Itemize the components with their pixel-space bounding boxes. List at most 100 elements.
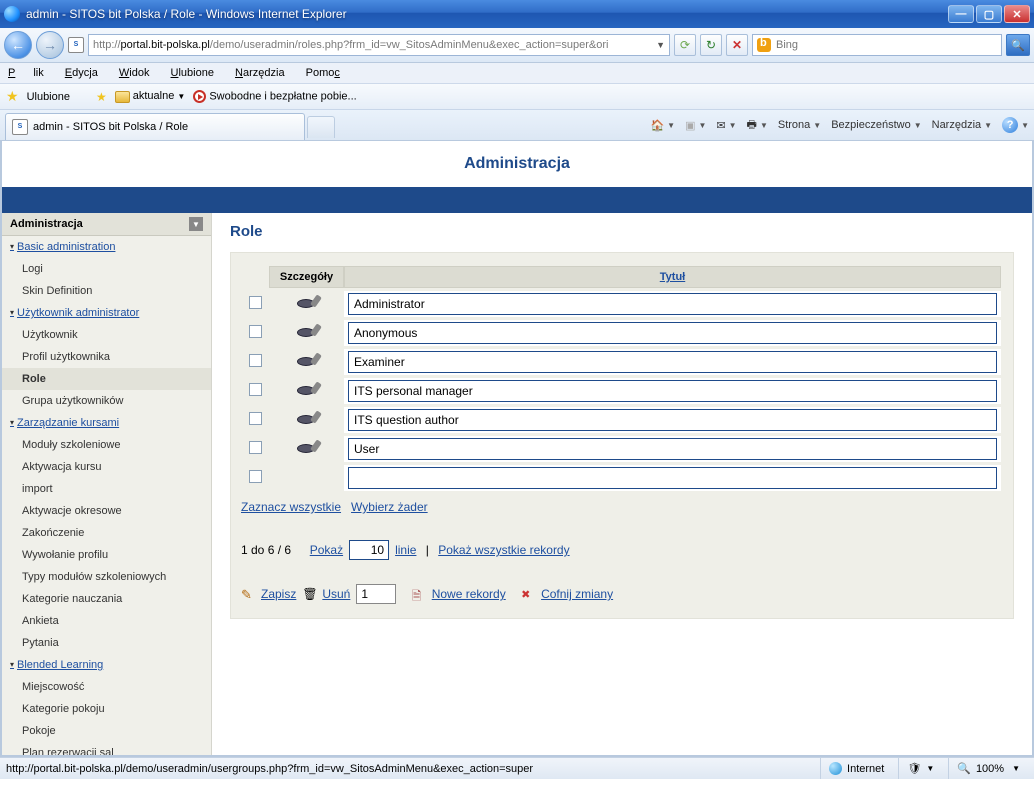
sidebar-item-rooms[interactable]: Pokoje	[2, 720, 211, 742]
doc-icon	[412, 587, 426, 601]
sidebar-item-activation[interactable]: Aktywacja kursu	[2, 456, 211, 478]
sidebar-item-roomplan[interactable]: Plan rezerwacji sal	[2, 742, 211, 755]
row-checkbox[interactable]	[249, 383, 262, 396]
tools-menu[interactable]: Narzędzia▼	[932, 119, 992, 131]
menu-edit[interactable]: Edycja	[65, 67, 98, 79]
print-button[interactable]: 🖶▼	[747, 116, 768, 135]
menu-bar: Plik Edycja Widok Ulubione Narzędzia Pom…	[0, 63, 1034, 84]
title-input[interactable]	[348, 293, 997, 315]
new-tab-button[interactable]	[307, 116, 335, 138]
status-zoom[interactable]: 🔍 100% ▼	[948, 758, 1028, 779]
pager-lines-input[interactable]	[349, 540, 389, 560]
add-fav-icon[interactable]: ★	[96, 90, 107, 104]
row-checkbox[interactable]	[249, 325, 262, 338]
sidebar-item-skin[interactable]: Skin Definition	[2, 280, 211, 302]
details-icon[interactable]	[295, 382, 319, 398]
sidebar-section-basic[interactable]: Basic administration	[2, 236, 211, 258]
sidebar-section-blended[interactable]: Blended Learning	[2, 654, 211, 676]
sidebar-collapse-icon[interactable]: ▼	[189, 217, 203, 231]
sidebar-item-role[interactable]: Role	[2, 368, 211, 390]
col-details: Szczegóły	[269, 266, 344, 288]
row-checkbox[interactable]	[249, 441, 262, 454]
details-icon[interactable]	[295, 324, 319, 340]
safety-menu[interactable]: Bezpieczeństwo▼	[831, 119, 921, 131]
search-button[interactable]: 🔍	[1006, 34, 1030, 56]
sidebar-item-questions[interactable]: Pytania	[2, 632, 211, 654]
minimize-button[interactable]: —	[948, 5, 974, 23]
details-icon[interactable]	[295, 440, 319, 456]
stop-button[interactable]: ✕	[726, 34, 748, 56]
sidebar-item-moduletypes[interactable]: Typy modułów szkoleniowych	[2, 566, 211, 588]
sidebar-item-location[interactable]: Miejscowość	[2, 676, 211, 698]
sidebar-item-user[interactable]: Użytkownik	[2, 324, 211, 346]
menu-file[interactable]: Plik	[8, 67, 44, 79]
select-none-link[interactable]: Wybierz żader	[351, 500, 428, 514]
save-link[interactable]: Zapisz	[261, 587, 296, 601]
row-checkbox[interactable]	[249, 354, 262, 367]
details-icon[interactable]	[295, 295, 319, 311]
menu-view[interactable]: Widok	[119, 67, 150, 79]
home-button[interactable]: 🏠▼	[650, 119, 675, 132]
delete-link[interactable]: Usuń	[322, 587, 350, 601]
favorites-label[interactable]: Ulubione	[27, 91, 70, 103]
sidebar-item-completion[interactable]: Zakończenie	[2, 522, 211, 544]
sidebar-item-survey[interactable]: Ankieta	[2, 610, 211, 632]
title-input[interactable]	[348, 438, 997, 460]
col-title[interactable]: Tytuł	[344, 266, 1001, 288]
maximize-button[interactable]: ▢	[976, 5, 1002, 23]
pager-lines-link[interactable]: linie	[395, 543, 416, 557]
sidebar-item-profilecall[interactable]: Wywołanie profilu	[2, 544, 211, 566]
back-button[interactable]: ←	[4, 31, 32, 59]
title-input[interactable]	[348, 467, 997, 489]
new-count-input[interactable]	[356, 584, 396, 604]
search-box[interactable]: Bing	[752, 34, 1002, 56]
undo-link[interactable]: Cofnij zmiany	[541, 587, 613, 601]
close-button[interactable]: ✕	[1004, 5, 1030, 23]
sidebar: Administracja ▼ Basic administration Log…	[2, 213, 212, 755]
sidebar-item-periodic[interactable]: Aktywacje okresowe	[2, 500, 211, 522]
globe-icon	[829, 762, 842, 775]
sidebar-item-teachcat[interactable]: Kategorie nauczania	[2, 588, 211, 610]
pager-show-link[interactable]: Pokaż	[310, 543, 343, 557]
pager-all-link[interactable]: Pokaż wszystkie rekordy	[438, 543, 569, 557]
row-checkbox[interactable]	[249, 470, 262, 483]
address-dropdown-icon[interactable]: ▼	[656, 40, 665, 50]
compat-view-button[interactable]: ⟳	[674, 34, 696, 56]
title-input[interactable]	[348, 380, 997, 402]
fav-aktualne[interactable]: aktualne ▼	[115, 90, 186, 102]
forward-button[interactable]: →	[36, 31, 64, 59]
page-menu[interactable]: Strona▼	[778, 119, 821, 131]
status-protected-mode[interactable]: 🛡▼	[898, 758, 942, 779]
menu-favorites[interactable]: Ulubione	[171, 67, 214, 79]
row-checkbox[interactable]	[249, 296, 262, 309]
sidebar-section-useradmin[interactable]: Użytkownik administrator	[2, 302, 211, 324]
help-button[interactable]: ?▼	[1002, 117, 1029, 133]
sidebar-item-import[interactable]: import	[2, 478, 211, 500]
favorites-star-icon[interactable]: ★	[6, 88, 19, 105]
details-icon[interactable]	[295, 353, 319, 369]
sidebar-item-logi[interactable]: Logi	[2, 258, 211, 280]
menu-tools[interactable]: Narzędzia	[235, 67, 285, 79]
fav-swobodne[interactable]: Swobodne i bezpłatne pobie...	[193, 90, 356, 103]
refresh-button[interactable]: ↻	[700, 34, 722, 56]
mail-button[interactable]: ✉▼	[716, 119, 736, 132]
row-checkbox[interactable]	[249, 412, 262, 425]
sidebar-item-profile[interactable]: Profil użytkownika	[2, 346, 211, 368]
sidebar-item-modules[interactable]: Moduły szkoleniowe	[2, 434, 211, 456]
sidebar-item-usergroups[interactable]: Grupa użytkowników	[2, 390, 211, 412]
page-favicon-icon: S	[68, 37, 84, 53]
details-icon[interactable]	[295, 411, 319, 427]
sidebar-item-roomcat[interactable]: Kategorie pokoju	[2, 698, 211, 720]
tab-active[interactable]: S admin - SITOS bit Polska / Role	[5, 113, 305, 140]
sidebar-section-courses[interactable]: Zarządzanie kursami	[2, 412, 211, 434]
menu-help[interactable]: Pomoc	[306, 67, 340, 79]
title-input[interactable]	[348, 351, 997, 373]
pager: 1 do 6 / 6 Pokaż linie | Pokaż wszystkie…	[241, 540, 1003, 560]
feeds-button[interactable]: ▣▼	[685, 119, 706, 132]
title-input[interactable]	[348, 409, 997, 431]
select-all-link[interactable]: Zaznacz wszystkie	[241, 500, 341, 514]
address-bar[interactable]: http://portal.bit-polska.pl/demo/useradm…	[88, 34, 670, 56]
title-input[interactable]	[348, 322, 997, 344]
new-records-link[interactable]: Nowe rekordy	[432, 587, 506, 601]
print-icon: 🖶	[747, 116, 757, 135]
